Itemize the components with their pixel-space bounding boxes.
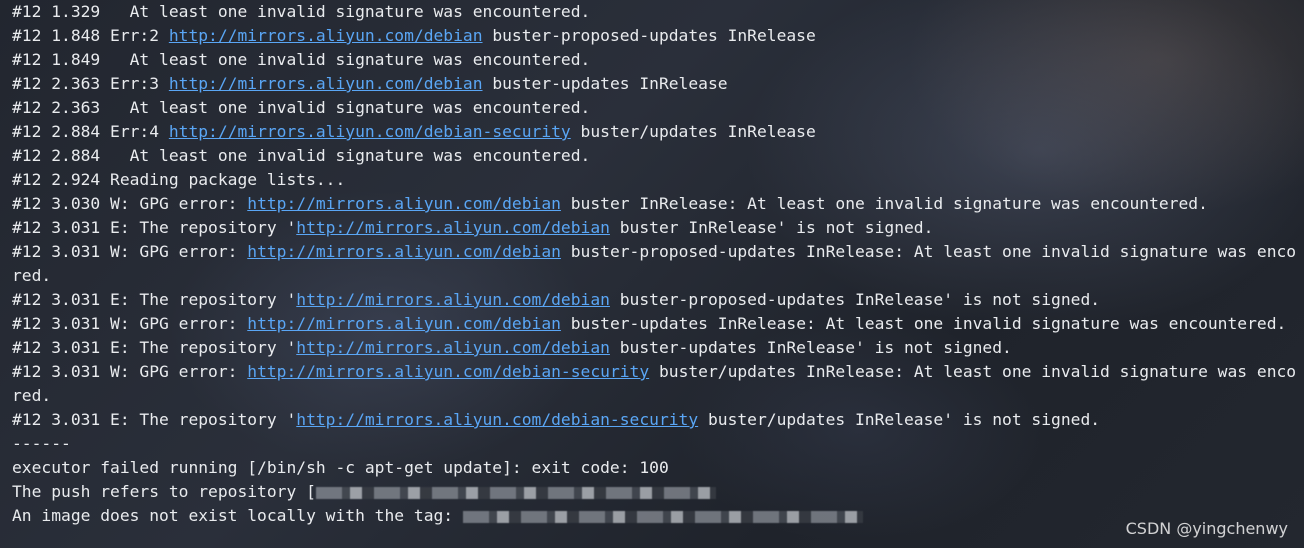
terminal-output: #12 1.329 At least one invalid signature…	[12, 0, 1296, 528]
terminal-line: red.	[12, 266, 52, 285]
terminal-line: executor failed running [/bin/sh -c apt-…	[12, 458, 669, 477]
redacted-image-tag	[462, 510, 863, 523]
terminal-line: #12 1.848 Err:2 http://mirrors.aliyun.co…	[12, 26, 816, 45]
terminal-line: #12 1.329 At least one invalid signature…	[12, 2, 591, 21]
terminal-window[interactable]: #12 1.329 At least one invalid signature…	[0, 0, 1304, 548]
mirror-link[interactable]: http://mirrors.aliyun.com/debian	[169, 26, 483, 45]
mirror-link[interactable]: http://mirrors.aliyun.com/debian	[247, 242, 561, 261]
terminal-line: #12 3.031 W: GPG error: http://mirrors.a…	[12, 314, 1287, 333]
mirror-link[interactable]: http://mirrors.aliyun.com/debian	[247, 194, 561, 213]
terminal-line: #12 3.030 W: GPG error: http://mirrors.a…	[12, 194, 1208, 213]
terminal-line: #12 3.031 E: The repository 'http://mirr…	[12, 290, 1101, 309]
terminal-line: ------	[12, 434, 71, 453]
mirror-link[interactable]: http://mirrors.aliyun.com/debian	[296, 290, 610, 309]
redacted-repository	[315, 486, 716, 499]
terminal-line: #12 1.849 At least one invalid signature…	[12, 50, 591, 69]
terminal-line: #12 3.031 E: The repository 'http://mirr…	[12, 338, 1012, 357]
terminal-line: #12 3.031 W: GPG error: http://mirrors.a…	[12, 242, 1297, 261]
mirror-link[interactable]: http://mirrors.aliyun.com/debian	[296, 338, 610, 357]
mirror-link[interactable]: http://mirrors.aliyun.com/debian-securit…	[296, 410, 698, 429]
terminal-line: #12 2.924 Reading package lists...	[12, 170, 346, 189]
terminal-line: #12 3.031 W: GPG error: http://mirrors.a…	[12, 362, 1297, 381]
terminal-line: #12 3.031 E: The repository 'http://mirr…	[12, 218, 934, 237]
mirror-link[interactable]: http://mirrors.aliyun.com/debian	[296, 218, 610, 237]
mirror-link[interactable]: http://mirrors.aliyun.com/debian-securit…	[247, 362, 649, 381]
terminal-line: An image does not exist locally with the…	[12, 504, 1296, 528]
terminal-line: #12 3.031 E: The repository 'http://mirr…	[12, 410, 1101, 429]
terminal-line: #12 2.884 At least one invalid signature…	[12, 146, 591, 165]
terminal-line: #12 2.884 Err:4 http://mirrors.aliyun.co…	[12, 122, 816, 141]
terminal-line: The push refers to repository [	[12, 480, 1296, 504]
watermark: CSDN @yingchenwy	[1125, 519, 1288, 538]
mirror-link[interactable]: http://mirrors.aliyun.com/debian	[247, 314, 561, 333]
terminal-line: red.	[12, 386, 52, 405]
mirror-link[interactable]: http://mirrors.aliyun.com/debian-securit…	[169, 122, 571, 141]
terminal-line: #12 2.363 At least one invalid signature…	[12, 98, 591, 117]
terminal-line: #12 2.363 Err:3 http://mirrors.aliyun.co…	[12, 74, 728, 93]
mirror-link[interactable]: http://mirrors.aliyun.com/debian	[169, 74, 483, 93]
